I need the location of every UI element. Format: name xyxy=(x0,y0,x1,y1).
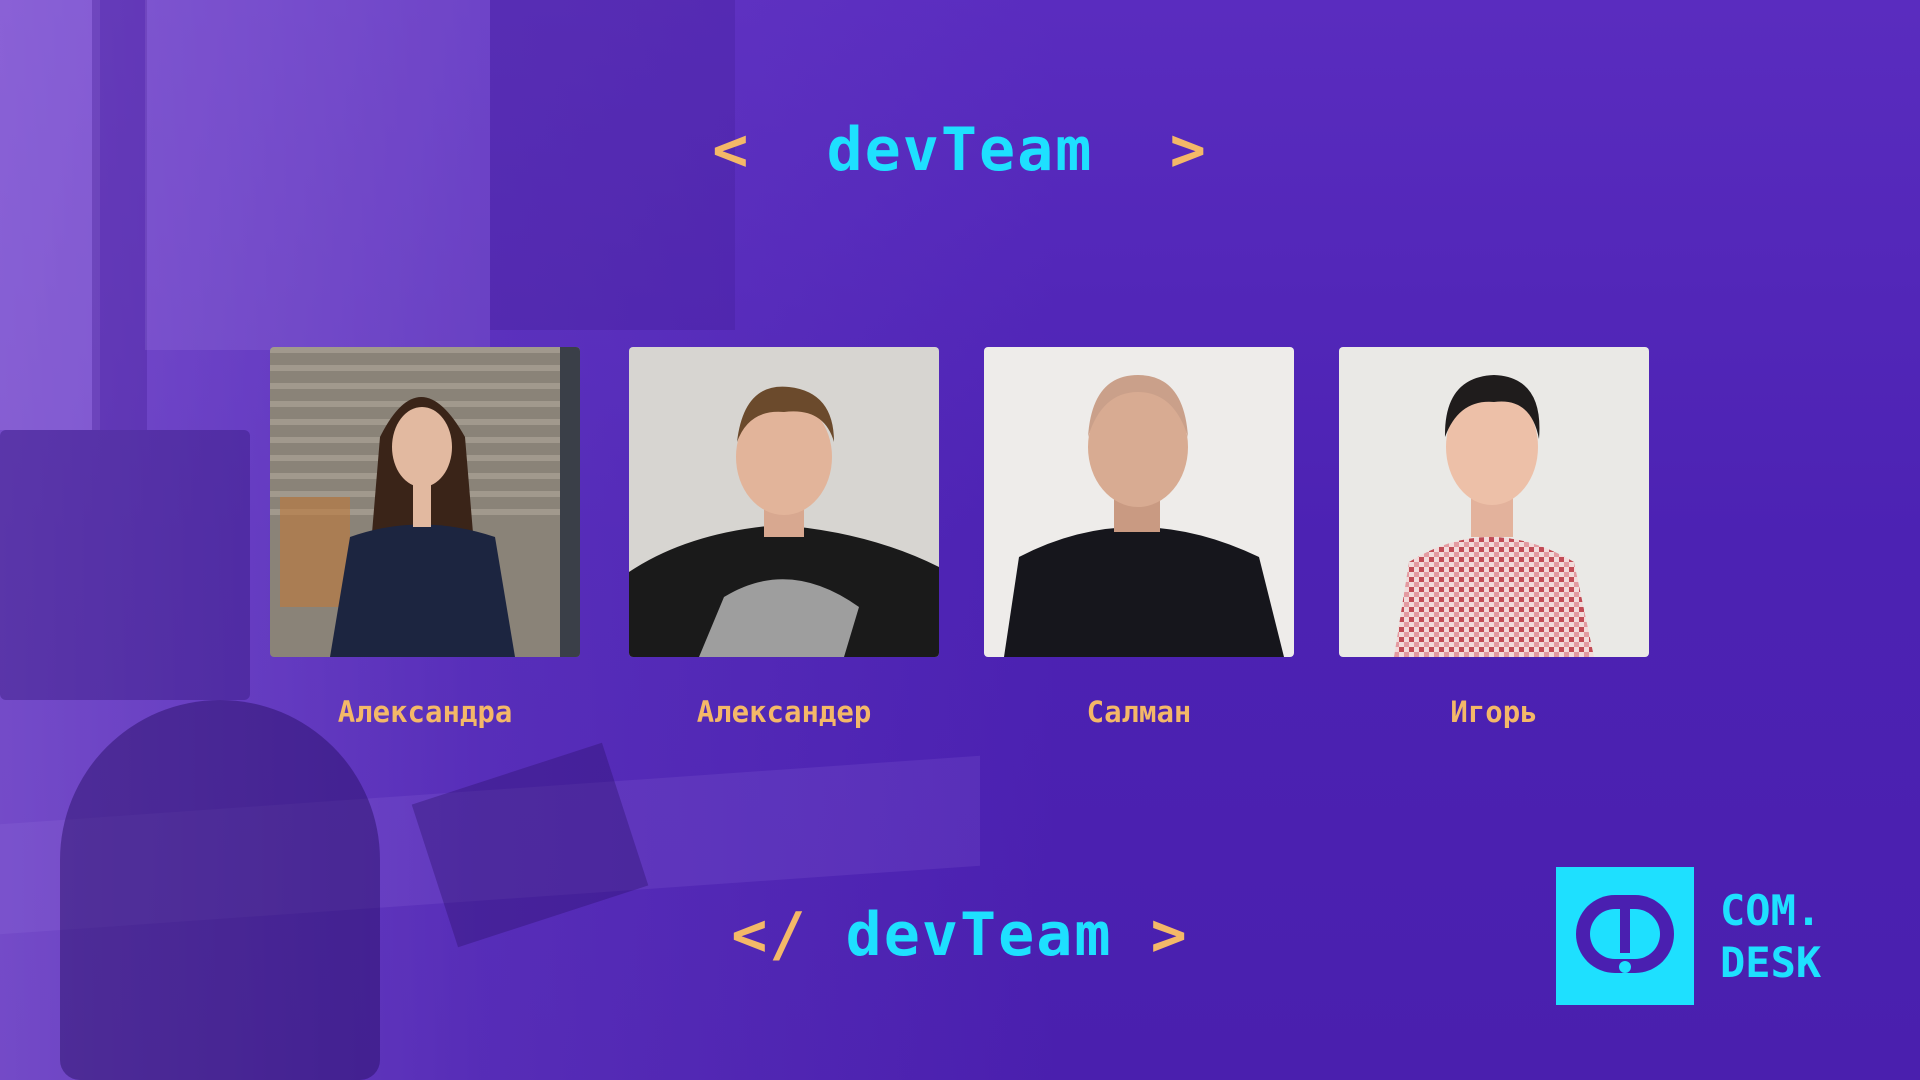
team-member-photo xyxy=(629,347,939,657)
background-monitor xyxy=(0,430,250,700)
close-bracket: > xyxy=(1150,900,1189,970)
logo-line-1: COM. xyxy=(1720,886,1822,935)
portrait-photo xyxy=(270,347,580,657)
logo-wordmark: COM. DESK xyxy=(1720,885,1821,989)
team-member-name: Александер xyxy=(696,695,872,729)
background-person xyxy=(60,700,380,1080)
logo-mark-icon xyxy=(1576,895,1674,973)
page-title: < devTeam > xyxy=(0,115,1920,185)
close-tag-bracket: </ xyxy=(731,900,808,970)
comdesk-logo-icon xyxy=(1556,867,1694,1005)
background-window xyxy=(0,0,100,430)
close-bracket: > xyxy=(1169,115,1208,185)
portrait-photo xyxy=(984,347,1294,657)
title-word: devTeam xyxy=(845,900,1113,970)
team-member-name: Игорь xyxy=(1450,695,1538,729)
team-member-name: Александра xyxy=(337,695,513,729)
background-pillar xyxy=(92,0,147,430)
team-member-name: Салман xyxy=(1086,695,1192,729)
title-word: devTeam xyxy=(826,115,1094,185)
portrait-photo xyxy=(629,347,939,657)
team-member-photo xyxy=(984,347,1294,657)
logo-line-2: DESK xyxy=(1720,938,1822,987)
team-member-photo xyxy=(1339,347,1649,657)
open-bracket: < xyxy=(712,115,751,185)
portrait-photo xyxy=(1339,347,1649,657)
team-member-photo xyxy=(270,347,580,657)
